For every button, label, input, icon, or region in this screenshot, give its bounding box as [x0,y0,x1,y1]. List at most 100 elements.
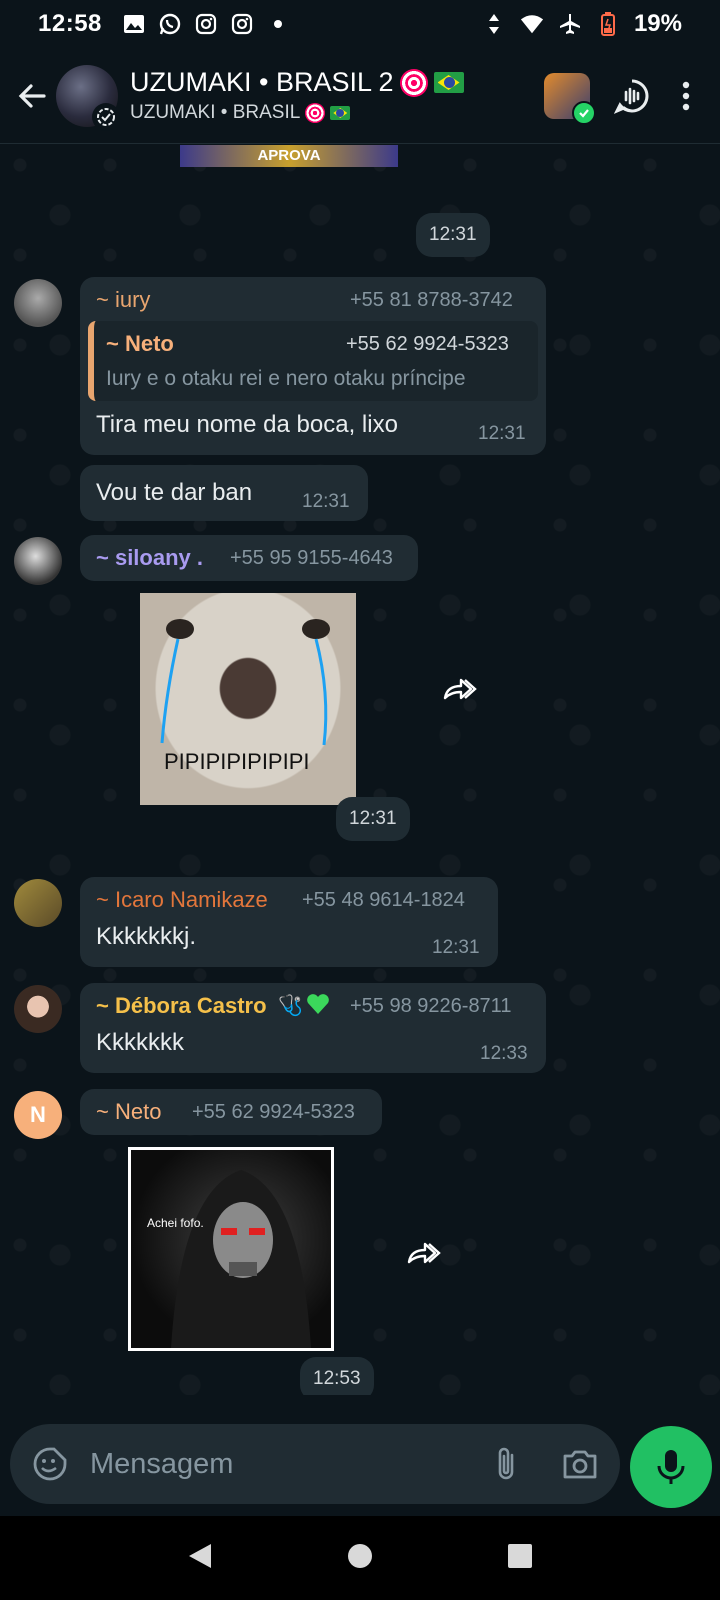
sender-phone: +55 81 8788-3742 [350,289,513,311]
camera-button[interactable] [556,1440,604,1488]
quoted-message[interactable]: ~ Neto +55 62 9924-5323 Iury e o otaku r… [88,321,538,401]
battery-icon [596,12,620,36]
more-options-button[interactable] [674,76,698,116]
chat-area[interactable]: APROVA 12:31 ~ iury +55 81 8788-3742 ~ N… [0,145,720,1395]
system-nav-bar [0,1516,720,1600]
community-avatar[interactable] [544,72,596,125]
message-bubble[interactable]: Vou te dar ban 12:31 [80,465,368,521]
group-avatar[interactable] [56,64,120,131]
check-icon [572,100,596,125]
quote-text: Iury e o otaku rei e nero otaku príncipe [106,367,466,390]
arrow-back-icon [18,83,46,108]
swirl-emoji [399,68,428,97]
message-time: 12:31 [416,213,490,257]
time-text: 12:53 [313,1368,361,1389]
sender-phone: +55 48 9614-1824 [302,889,465,911]
wifi-icon [520,12,544,36]
message-text: Kkkkkkkj. [96,923,197,950]
voice-chat-icon [614,79,649,114]
forward-button[interactable] [436,665,484,713]
dot-icon [266,12,290,36]
mic-icon [657,1450,685,1484]
status-bar: 12:58 19% [0,0,720,48]
sender-phone: +55 62 9924-5323 [192,1101,355,1123]
forward-icon [407,1242,441,1264]
nav-home-button[interactable] [347,1543,373,1574]
avatar-neto[interactable]: N [14,1091,62,1139]
group-title: UZUMAKI • BRASIL 2 [130,67,544,98]
emoji-sticker-button[interactable] [26,1440,74,1488]
status-time: 12:58 [38,10,102,37]
data-arrows-icon [482,12,506,36]
quote-sender: ~ Neto [106,331,174,356]
message-input-bar[interactable]: Mensagem [10,1424,620,1504]
message-time: 12:53 [300,1357,374,1395]
sender-header-bubble[interactable]: ~ siloany . +55 95 9155-4643 [80,535,418,581]
nav-recents-button[interactable] [507,1543,533,1574]
instagram-icon [194,12,218,36]
message-time: 12:31 [432,937,480,958]
sender-name[interactable]: ~ iury [96,287,150,313]
sticker-crying-dog[interactable]: PIPIPIPIPIPIPI [140,593,356,805]
sender-name[interactable]: ~ siloany . [96,545,203,571]
stethoscope-emoji: 🩺 [278,995,303,1017]
camera-icon [563,1450,597,1479]
back-button[interactable] [8,72,56,120]
community-name-text: UZUMAKI • BRASIL [130,102,301,123]
community-name: UZUMAKI • BRASIL [130,102,544,124]
group-info[interactable]: UZUMAKI • BRASIL 2 UZUMAKI • BRASIL [130,67,544,124]
message-time: 12:31 [478,423,526,444]
avatar-icaro[interactable] [14,879,62,927]
airplane-icon [558,12,582,36]
status-ring-icon [92,102,120,131]
sender-name[interactable]: ~ Débora Castro [96,993,267,1019]
sender-phone: +55 95 9155-4643 [230,547,393,569]
attach-icon [498,1447,514,1480]
message-text: Tira meu nome da boca, lixo [96,411,398,438]
avatar-letter: N [30,1102,46,1127]
nav-home-icon [348,1543,372,1568]
message-time: 12:31 [302,491,350,512]
whatsapp-icon [158,12,182,36]
avatar-debora[interactable] [14,985,62,1033]
attach-button[interactable] [482,1440,530,1488]
message-bubble[interactable]: ~ iury +55 81 8788-3742 ~ Neto +55 62 99… [80,277,546,455]
avatar-siloany[interactable] [14,537,62,585]
nav-back-button[interactable] [187,1542,213,1575]
sender-phone: +55 98 9226-8711 [350,995,512,1017]
time-text: 12:31 [429,224,477,245]
forward-icon [443,678,477,700]
message-bubble[interactable]: ~ Icaro Namikaze +55 48 9614-1824 Kkkkkk… [80,877,498,967]
instagram-icon [230,12,254,36]
message-time: 12:31 [336,797,410,841]
nav-back-icon [189,1543,211,1568]
message-input[interactable]: Mensagem [90,1448,482,1481]
voice-record-button[interactable] [630,1426,712,1508]
avatar-iury[interactable] [14,279,62,327]
skull-art [171,1170,311,1348]
voice-chat-button[interactable] [612,76,652,116]
message-text: Vou te dar ban [96,479,253,506]
quote-phone: +55 62 9924-5323 [346,333,509,355]
image-text: APROVA [257,147,321,164]
previous-image-message[interactable]: APROVA [180,145,398,167]
sender-header-bubble[interactable]: ~ Neto +55 62 9924-5323 [80,1089,382,1135]
brazil-flag-emoji [433,72,464,93]
emoji-sticker-icon [33,1447,67,1481]
more-vert-icon [682,81,690,110]
sticker-caption: PIPIPIPIPIPIPI [164,749,310,774]
time-text: 12:31 [349,808,397,829]
nav-recents-icon [508,1543,532,1568]
notification-icons [122,12,290,36]
sticker-skull[interactable]: Achei fofo. [128,1147,334,1351]
sender-name[interactable]: ~ Neto [96,1099,161,1125]
message-text: Kkkkkkk [96,1029,185,1056]
chat-header: UZUMAKI • BRASIL 2 UZUMAKI • BRASIL [0,48,720,144]
gallery-icon [122,12,146,36]
sender-name[interactable]: ~ Icaro Namikaze [96,887,268,913]
brazil-flag-emoji [330,106,351,120]
group-title-text: UZUMAKI • BRASIL 2 [130,67,394,97]
forward-button[interactable] [400,1229,448,1277]
swirl-emoji [305,103,326,123]
message-bubble[interactable]: ~ Débora Castro 🩺 +55 98 9226-8711 Kkkkk… [80,983,546,1073]
